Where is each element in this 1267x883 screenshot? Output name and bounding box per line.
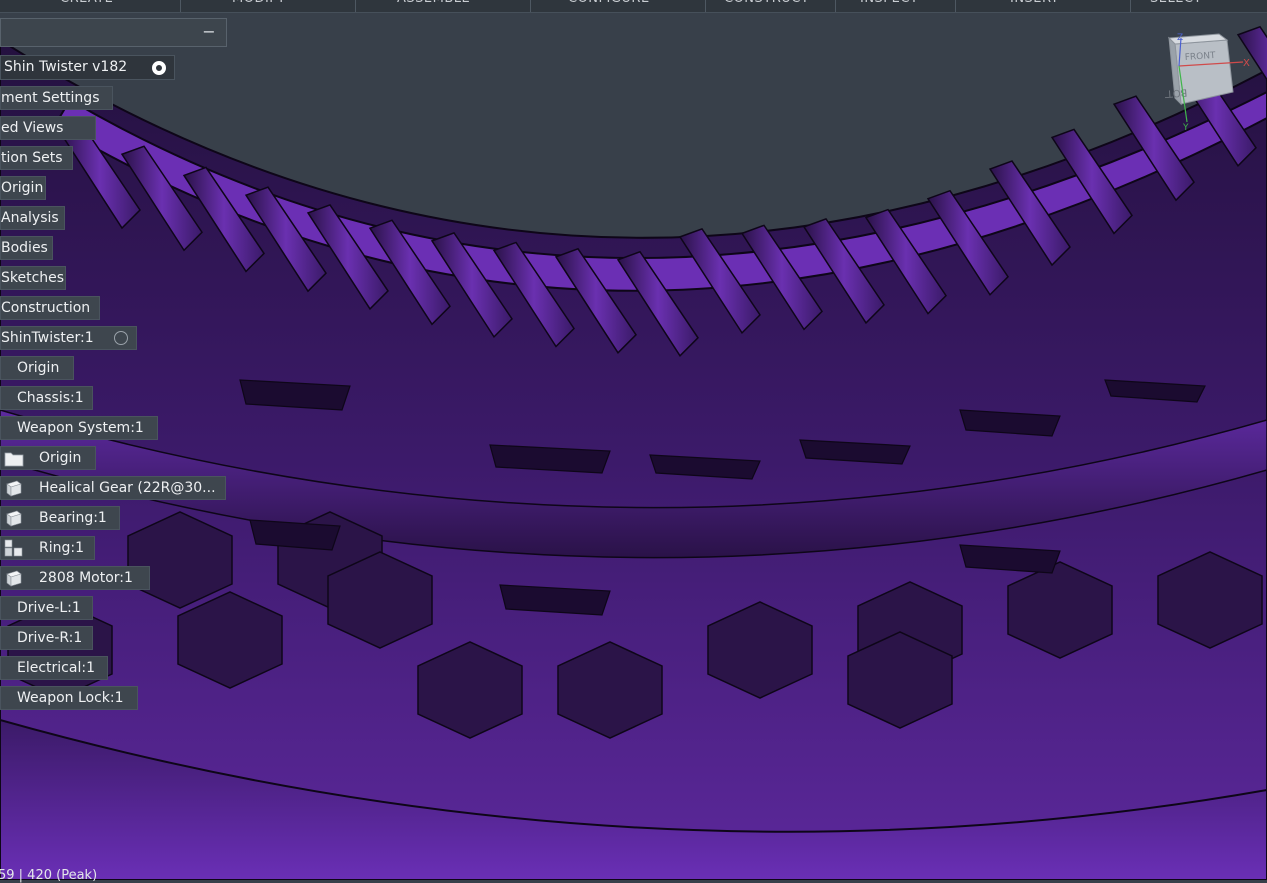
browser-node-label: Sketches	[1, 270, 65, 286]
browser-node-label: Drive-R:1	[17, 630, 83, 646]
status-readout: 59 | 420 (Peak)	[0, 868, 98, 883]
browser-node-label: Origin	[17, 360, 60, 376]
browser-node-weapon-system-1[interactable]: Weapon System:1	[0, 416, 158, 440]
top-toolbar: CREATE MODIFY ASSEMBLE CONFIGURE CONSTRUCT IN…	[0, 0, 1267, 13]
activate-component-radio-icon[interactable]	[114, 331, 128, 345]
browser-node-analysis[interactable]: Analysis	[0, 206, 65, 230]
browser-node-label: Healical Gear (22R@30...	[39, 480, 216, 496]
toolbar-tab-create[interactable]: CREATE	[60, 0, 113, 6]
browser-node-label: Chassis:1	[17, 390, 84, 406]
browser-node-label: ShinTwister:1	[1, 330, 94, 346]
browser-node-label: Origin	[39, 450, 82, 466]
browser-node-label: Ring:1	[39, 540, 85, 556]
browser-node-drive-r-1[interactable]: Drive-R:1	[0, 626, 93, 650]
browser-node-2808-motor-1[interactable]: 2808 Motor:1	[0, 566, 150, 590]
browser-node-label: Analysis	[1, 210, 59, 226]
toolbar-separator	[955, 0, 956, 12]
browser-node-label: Electrical:1	[17, 660, 95, 676]
toolbar-tab-insert[interactable]: INSERT	[1010, 0, 1059, 6]
browser-node-label: Bodies	[1, 240, 48, 256]
axis-y-label: Y	[1182, 123, 1189, 132]
browser-node-label: 2808 Motor:1	[39, 570, 133, 586]
viewcube-bottom-label: BOTTOM	[1165, 86, 1188, 100]
active-component-radio-icon[interactable]	[152, 61, 166, 75]
browser-node-chassis-1[interactable]: Chassis:1	[0, 386, 93, 410]
browser-node-shintwister-1[interactable]: ShinTwister:1	[0, 326, 137, 350]
browser-node-sketches[interactable]: Sketches	[0, 266, 66, 290]
toolbar-separator	[180, 0, 181, 12]
component-icon	[6, 570, 22, 587]
toolbar-tab-select[interactable]: SELECT	[1150, 0, 1202, 6]
browser-node-construction[interactable]: Construction	[0, 296, 100, 320]
browser-node-tion-sets[interactable]: tion Sets	[0, 146, 73, 170]
browser-node-ment-settings[interactable]: ment Settings	[0, 86, 113, 110]
browser-node-label: Origin	[1, 180, 44, 196]
browser-node-label: Drive-L:1	[17, 600, 81, 616]
browser-node-healical-gear-22r-30[interactable]: Healical Gear (22R@30...	[0, 476, 226, 500]
helical-ring-model	[0, 25, 1267, 880]
browser-node-ed-views[interactable]: ed Views	[0, 116, 96, 140]
browser-node-bodies[interactable]: Bodies	[0, 236, 53, 260]
toolbar-tab-assemble[interactable]: ASSEMBLE	[397, 0, 470, 6]
toolbar-tab-modify[interactable]: MODIFY	[232, 0, 286, 6]
browser-node-label: tion Sets	[1, 150, 63, 166]
browser-panel-header: −	[0, 18, 227, 47]
browser-node-label: Weapon Lock:1	[17, 690, 124, 706]
browser-node-label: ed Views	[1, 120, 64, 136]
toolbar-separator	[835, 0, 836, 12]
toolbar-tab-configure[interactable]: CONFIGURE	[568, 0, 650, 6]
multi-component-icon	[4, 539, 23, 557]
browser-node-origin[interactable]: Origin	[0, 356, 74, 380]
collapse-panel-button[interactable]: −	[200, 23, 218, 41]
component-icon	[6, 510, 22, 527]
root-node-label: Shin Twister v182	[4, 59, 128, 75]
toolbar-separator	[1130, 0, 1131, 12]
axis-x-label: X	[1243, 58, 1250, 69]
browser-node-label: Construction	[1, 300, 91, 316]
folder-icon	[4, 452, 24, 467]
browser-node-electrical-1[interactable]: Electrical:1	[0, 656, 108, 680]
browser-node-drive-l-1[interactable]: Drive-L:1	[0, 596, 93, 620]
browser-node-label: ment Settings	[1, 90, 100, 106]
browser-node-origin[interactable]: Origin	[0, 176, 46, 200]
browser-node-weapon-lock-1[interactable]: Weapon Lock:1	[0, 686, 138, 710]
toolbar-separator	[705, 0, 706, 12]
browser-root-node[interactable]: Shin Twister v182	[0, 55, 175, 80]
toolbar-separator	[530, 0, 531, 12]
browser-node-bearing-1[interactable]: Bearing:1	[0, 506, 120, 530]
browser-node-label: Bearing:1	[39, 510, 107, 526]
viewcube[interactable]: FRONT BOTTOM X Z Y	[1165, 32, 1255, 132]
browser-node-origin[interactable]: Origin	[0, 446, 96, 470]
toolbar-tab-inspect[interactable]: INSPECT	[860, 0, 918, 6]
toolbar-tab-construct[interactable]: CONSTRUCT	[724, 0, 809, 6]
toolbar-separator	[355, 0, 356, 12]
model-viewport[interactable]	[0, 0, 1267, 880]
browser-node-ring-1[interactable]: Ring:1	[0, 536, 95, 560]
browser-node-label: Weapon System:1	[17, 420, 144, 436]
axis-z-label: Z	[1177, 33, 1183, 43]
component-icon	[6, 480, 22, 497]
